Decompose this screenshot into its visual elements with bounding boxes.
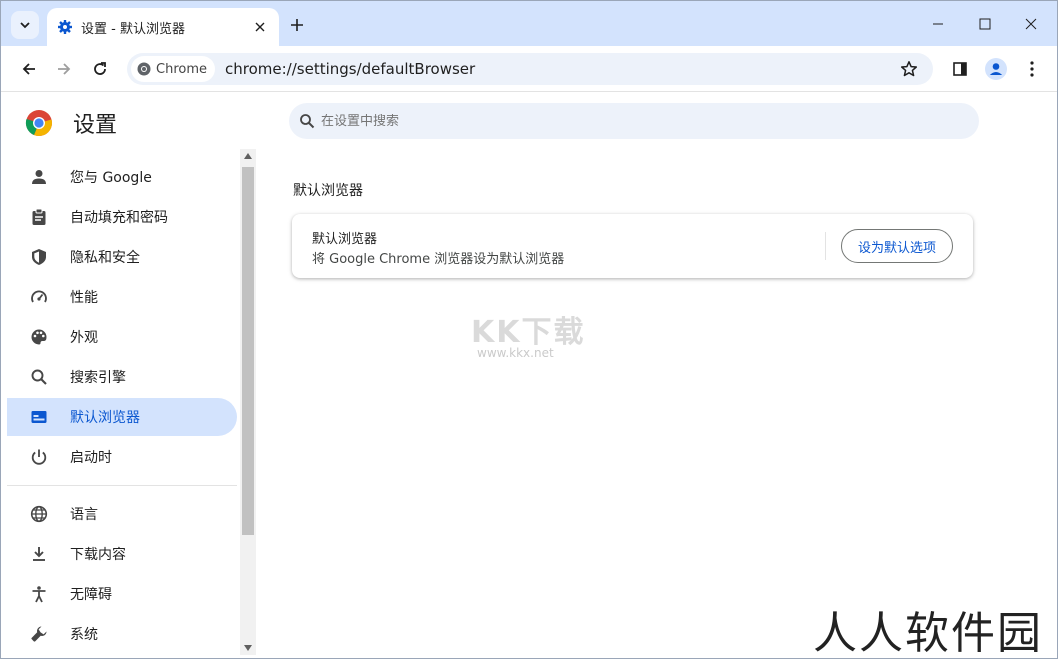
card-subtitle: 将 Google Chrome 浏览器设为默认浏览器 [312, 252, 565, 267]
card-title: 默认浏览器 [312, 232, 378, 247]
triangle-up-icon [244, 153, 252, 159]
sidebar-item-privacy[interactable]: 隐私和安全 [7, 238, 237, 276]
sidebar-item-label: 启动时 [70, 450, 112, 466]
sidebar-item-label: 下载内容 [70, 547, 126, 563]
settings-main: 默认浏览器 默认浏览器 将 Google Chrome 浏览器设为默认浏览器 设… [257, 93, 1057, 658]
sidebar-item-label: 自动填充和密码 [70, 210, 168, 226]
profile-button[interactable] [982, 55, 1010, 83]
default-browser-card: 默认浏览器 将 Google Chrome 浏览器设为默认浏览器 设为默认选项 [292, 214, 973, 278]
sidebar-item-label: 您与 Google [70, 170, 152, 186]
avatar-icon [985, 58, 1007, 80]
back-button[interactable] [15, 55, 43, 83]
browser-icon [27, 405, 51, 429]
sidebar-item-label: 隐私和安全 [70, 250, 140, 266]
arrow-right-icon [58, 63, 71, 75]
sidebar-item-default-browser[interactable]: 默认浏览器 [7, 398, 237, 436]
chrome-logo-icon [137, 62, 151, 76]
more-vert-icon [1030, 61, 1034, 77]
page-title: 设置 [73, 113, 118, 138]
minimize-icon [933, 23, 943, 25]
sidebar-item-label: 外观 [70, 330, 98, 346]
plus-icon [291, 19, 303, 31]
settings-sidebar: 设置 您与 Google 自动填充和密码 隐私和安全 性能 外观 搜索引擎 默认… [1, 93, 257, 658]
sidebar-item-performance[interactable]: 性能 [7, 278, 237, 316]
gear-icon [58, 20, 72, 34]
sidebar-item-appearance[interactable]: 外观 [7, 318, 237, 356]
tab-settings[interactable]: 设置 - 默认浏览器 [47, 8, 279, 46]
close-icon [255, 22, 265, 32]
search-icon [300, 114, 315, 129]
reload-icon [94, 62, 106, 75]
sidebar-item-downloads[interactable]: 下载内容 [7, 535, 237, 573]
sidebar-item-accessibility[interactable]: 无障碍 [7, 575, 237, 613]
side-panel-icon [953, 62, 967, 76]
sidebar-item-label: 无障碍 [70, 587, 112, 603]
close-icon [1025, 18, 1037, 30]
tab-title: 设置 - 默认浏览器 [81, 21, 185, 37]
sidebar-item-on-startup[interactable]: 启动时 [7, 438, 237, 476]
search-input[interactable] [321, 113, 921, 129]
clipboard-icon [27, 205, 51, 229]
speedometer-icon [27, 285, 51, 309]
sidebar-item-languages[interactable]: 语言 [7, 495, 237, 533]
search-icon [27, 365, 51, 389]
close-window-button[interactable] [1008, 9, 1054, 39]
chevron-down-icon [20, 22, 30, 29]
sidebar-divider [7, 485, 237, 486]
shield-icon [27, 245, 51, 269]
bookmark-button[interactable] [893, 55, 925, 83]
triangle-down-icon [244, 645, 252, 651]
tab-search-button[interactable] [11, 11, 39, 39]
url-text[interactable]: chrome://settings/defaultBrowser [225, 60, 893, 78]
scroll-down-arrow[interactable] [243, 643, 253, 653]
sidebar-item-autofill[interactable]: 自动填充和密码 [7, 198, 237, 236]
sidebar-item-you-and-google[interactable]: 您与 Google [7, 158, 237, 196]
toolbar: Chrome chrome://settings/defaultBrowser [1, 46, 1057, 92]
section-title: 默认浏览器 [293, 183, 363, 199]
watermark-kk: KK下载 [471, 315, 586, 350]
site-chip[interactable]: Chrome [131, 56, 215, 82]
power-icon [27, 445, 51, 469]
browser-window: 设置 - 默认浏览器 Chrome chrome://settings/defa… [0, 0, 1058, 659]
sidebar-item-system[interactable]: 系统 [7, 615, 237, 653]
address-bar[interactable]: Chrome chrome://settings/defaultBrowser [127, 53, 933, 85]
sidebar-scrollbar[interactable] [240, 149, 256, 655]
reload-button[interactable] [86, 55, 114, 83]
settings-header: 设置 [25, 107, 117, 139]
sidebar-item-label: 搜索引擎 [70, 370, 126, 386]
minimize-button[interactable] [915, 9, 961, 39]
card-separator [825, 232, 826, 260]
site-chip-label: Chrome [156, 61, 207, 77]
scroll-up-arrow[interactable] [243, 151, 253, 161]
make-default-button[interactable]: 设为默认选项 [841, 229, 953, 263]
side-panel-button[interactable] [946, 55, 974, 83]
arrow-left-icon [22, 63, 35, 75]
wrench-icon [27, 622, 51, 646]
star-icon [900, 61, 918, 77]
palette-icon [27, 325, 51, 349]
download-icon [27, 542, 51, 566]
watermark-kk-url: www.kkx.net [477, 346, 554, 360]
scrollbar-thumb[interactable] [242, 167, 254, 535]
accessibility-icon [27, 582, 51, 606]
sidebar-item-label: 语言 [70, 507, 98, 523]
watermark-site: 人人软件园 [813, 608, 1043, 659]
globe-icon [27, 502, 51, 526]
sidebar-item-label: 默认浏览器 [70, 410, 140, 426]
maximize-button[interactable] [962, 9, 1008, 39]
sidebar-item-label: 系统 [70, 627, 98, 643]
tab-strip: 设置 - 默认浏览器 [1, 1, 1057, 46]
settings-search[interactable] [289, 103, 979, 139]
forward-button[interactable] [50, 55, 78, 83]
new-tab-button[interactable] [285, 13, 309, 37]
tab-close-button[interactable] [251, 18, 269, 36]
chrome-logo-icon [25, 110, 52, 136]
menu-button[interactable] [1018, 55, 1046, 83]
person-icon [27, 165, 51, 189]
maximize-icon [979, 18, 991, 30]
sidebar-item-search-engine[interactable]: 搜索引擎 [7, 358, 237, 396]
sidebar-item-label: 性能 [70, 290, 98, 306]
